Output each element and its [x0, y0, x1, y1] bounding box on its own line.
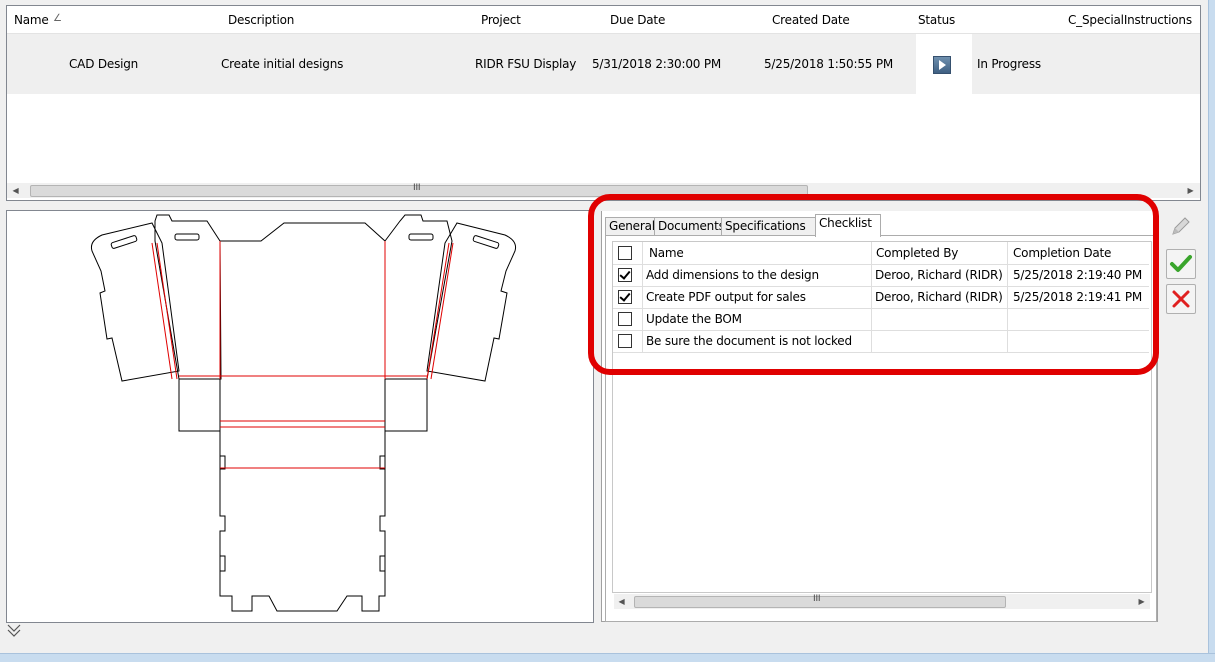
checklist-tab-page: Name Completed By Completion Date Add di… — [605, 235, 1157, 622]
tab-specifications[interactable]: Specifications — [721, 217, 816, 236]
grid-header: Name ∠ Description Project Due Date Crea… — [7, 6, 1200, 34]
design-preview[interactable] — [6, 210, 594, 623]
column-header-special-instructions[interactable]: C_SpecialInstructions — [1068, 13, 1192, 27]
item-name: Add dimensions to the design — [646, 268, 819, 282]
pencil-icon — [1172, 217, 1190, 235]
dieline-slot — [174, 233, 200, 241]
window-border-bottom — [0, 653, 1215, 662]
item-checkbox[interactable] — [618, 312, 632, 326]
item-completion-date: 5/25/2018 2:19:40 PM — [1013, 268, 1143, 282]
item-completed-by: Deroo, Richard (RIDR) — [875, 290, 1003, 304]
cell-status: In Progress — [977, 57, 1041, 71]
tab-documents[interactable]: Documents — [654, 217, 725, 236]
item-completed-by: Deroo, Richard (RIDR) — [875, 268, 1003, 282]
play-icon[interactable] — [933, 56, 951, 74]
scrollbar-grip: III — [413, 183, 421, 193]
reject-button[interactable] — [1166, 284, 1196, 314]
dieline-slot — [472, 235, 500, 249]
item-name: Be sure the document is not locked — [646, 334, 852, 348]
scroll-right-icon[interactable]: ▶ — [1183, 183, 1198, 198]
dieline-flap-right-outer — [426, 222, 516, 382]
cell-created-date: 5/25/2018 1:50:55 PM — [764, 57, 894, 71]
dieline-notch — [220, 455, 226, 470]
item-checkbox[interactable] — [618, 334, 632, 348]
tab-general[interactable]: General — [605, 217, 656, 236]
item-completion-date: 5/25/2018 2:19:41 PM — [1013, 290, 1143, 304]
window-border-right — [1208, 0, 1215, 662]
dieline-drawing — [91, 214, 516, 612]
checklist-horizontal-scrollbar[interactable]: ◀ III ▶ — [614, 594, 1150, 609]
column-header-completion-date[interactable]: Completion Date — [1013, 246, 1111, 260]
crease-line — [156, 242, 178, 380]
dieline-notch — [379, 555, 385, 572]
column-header-due-date[interactable]: Due Date — [610, 13, 665, 27]
column-header-project[interactable]: Project — [481, 13, 521, 27]
dieline-notch — [379, 455, 385, 470]
dieline-side-left — [178, 379, 221, 432]
crease-line — [151, 242, 173, 380]
checkmark-icon — [1170, 255, 1192, 272]
accept-button[interactable] — [1166, 249, 1196, 279]
checklist-row[interactable]: Update the BOM — [613, 308, 1149, 331]
dieline-side-right — [384, 379, 428, 432]
cell-project: RIDR FSU Display — [475, 57, 577, 71]
item-name: Create PDF output for sales — [646, 290, 806, 304]
checklist-row[interactable]: Be sure the document is not locked — [613, 330, 1149, 353]
item-checkbox[interactable] — [618, 268, 632, 282]
table-row[interactable]: CAD Design Create initial designs RIDR F… — [7, 34, 1200, 94]
item-name: Update the BOM — [646, 312, 742, 326]
crease-line — [426, 242, 450, 380]
status-cell — [916, 34, 972, 94]
scroll-left-icon[interactable]: ◀ — [614, 594, 629, 609]
expand-chevron-icon[interactable] — [6, 622, 22, 638]
column-header-completed-by[interactable]: Completed By — [876, 246, 958, 260]
checklist-row[interactable]: Create PDF output for sales Deroo, Richa… — [613, 286, 1149, 309]
dieline-bottom-panel — [219, 379, 386, 612]
column-header-status[interactable]: Status — [918, 13, 955, 27]
dieline-top-panel — [220, 222, 386, 376]
sort-indicator-icon: ∠ — [53, 13, 62, 24]
dieline-slot — [110, 235, 138, 249]
checklist-grid[interactable]: Name Completed By Completion Date Add di… — [612, 241, 1152, 609]
tab-checklist[interactable]: Checklist — [815, 214, 881, 237]
cell-description: Create initial designs — [221, 57, 344, 71]
dieline-notch — [220, 555, 226, 572]
task-grid[interactable]: Name ∠ Description Project Due Date Crea… — [6, 5, 1201, 201]
dieline-slot — [408, 233, 434, 241]
cell-name: CAD Design — [69, 57, 139, 71]
cell-due-date: 5/31/2018 2:30:00 PM — [592, 57, 722, 71]
checklist-row[interactable]: Add dimensions to the design Deroo, Rich… — [613, 264, 1149, 287]
close-icon — [1172, 290, 1190, 308]
grid-horizontal-scrollbar[interactable]: ◀ III ▶ — [7, 183, 1200, 198]
scrollbar-thumb[interactable]: III — [30, 183, 808, 197]
scroll-right-icon[interactable]: ▶ — [1134, 594, 1149, 609]
column-header-created-date[interactable]: Created Date — [772, 13, 850, 27]
scrollbar-thumb[interactable]: III — [634, 594, 1006, 608]
column-header-name[interactable]: Name — [14, 13, 49, 27]
edit-button[interactable] — [1166, 213, 1194, 241]
column-header-name[interactable]: Name — [649, 246, 684, 260]
scroll-left-icon[interactable]: ◀ — [8, 183, 23, 198]
scrollbar-grip: III — [813, 594, 821, 604]
checklist-header: Name Completed By Completion Date — [613, 242, 1149, 265]
item-checkbox[interactable] — [618, 290, 632, 304]
select-all-checkbox[interactable] — [618, 246, 632, 260]
column-header-description[interactable]: Description — [228, 13, 294, 27]
